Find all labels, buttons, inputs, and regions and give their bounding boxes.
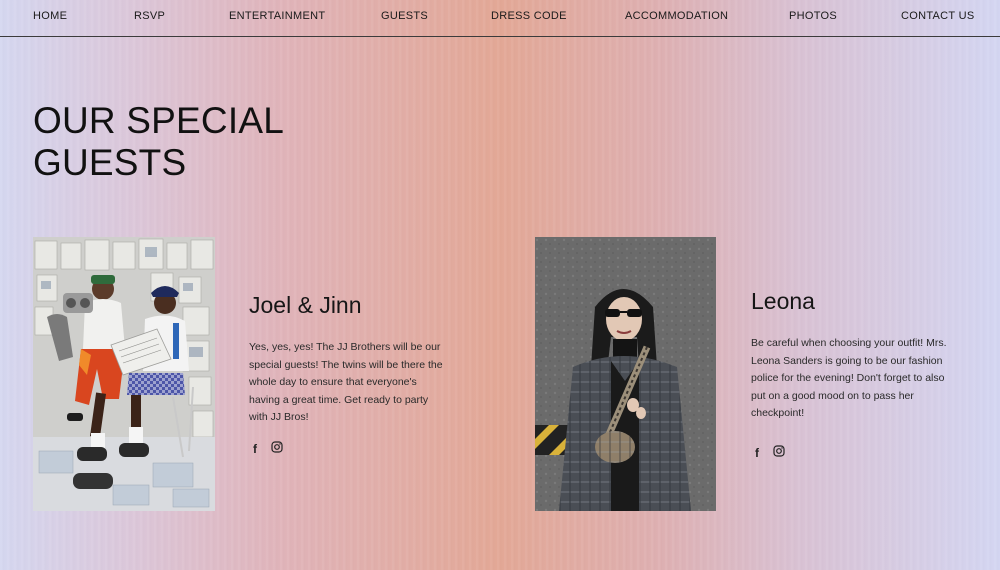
guest-bio: Be careful when choosing your outfit! Mr… — [751, 337, 947, 419]
guest-social-links: f — [755, 444, 785, 462]
nav-home[interactable]: HOME — [33, 10, 67, 22]
guest-social-links: f — [253, 440, 283, 458]
instagram-icon[interactable] — [773, 444, 785, 462]
woman-in-plaid-coat-photo — [535, 237, 716, 511]
nav-dress-code[interactable]: DRESS CODE — [491, 10, 567, 22]
nav-accommodation[interactable]: ACCOMMODATION — [625, 10, 728, 22]
nav-rsvp[interactable]: RSVP — [134, 10, 165, 22]
guest-name: Joel & Jinn — [249, 292, 362, 318]
nav-guests[interactable]: GUESTS — [381, 10, 428, 22]
facebook-icon[interactable]: f — [755, 446, 759, 460]
page-title: OUR SPECIAL GUESTS — [33, 100, 283, 183]
two-men-reading-newspapers-photo — [33, 237, 215, 511]
facebook-icon[interactable]: f — [253, 442, 257, 456]
top-navigation: HOME RSVP ENTERTAINMENT GUESTS DRESS COD… — [0, 0, 1000, 37]
guest-bio: Yes, yes, yes! The JJ Brothers will be o… — [249, 341, 443, 423]
nav-entertainment[interactable]: ENTERTAINMENT — [229, 10, 325, 22]
guest-photo-leona — [535, 237, 716, 511]
nav-photos[interactable]: PHOTOS — [789, 10, 837, 22]
guest-photo-joel-jinn — [33, 237, 215, 511]
instagram-icon[interactable] — [271, 440, 283, 458]
guest-name: Leona — [751, 288, 815, 314]
nav-contact-us[interactable]: CONTACT US — [901, 10, 975, 22]
